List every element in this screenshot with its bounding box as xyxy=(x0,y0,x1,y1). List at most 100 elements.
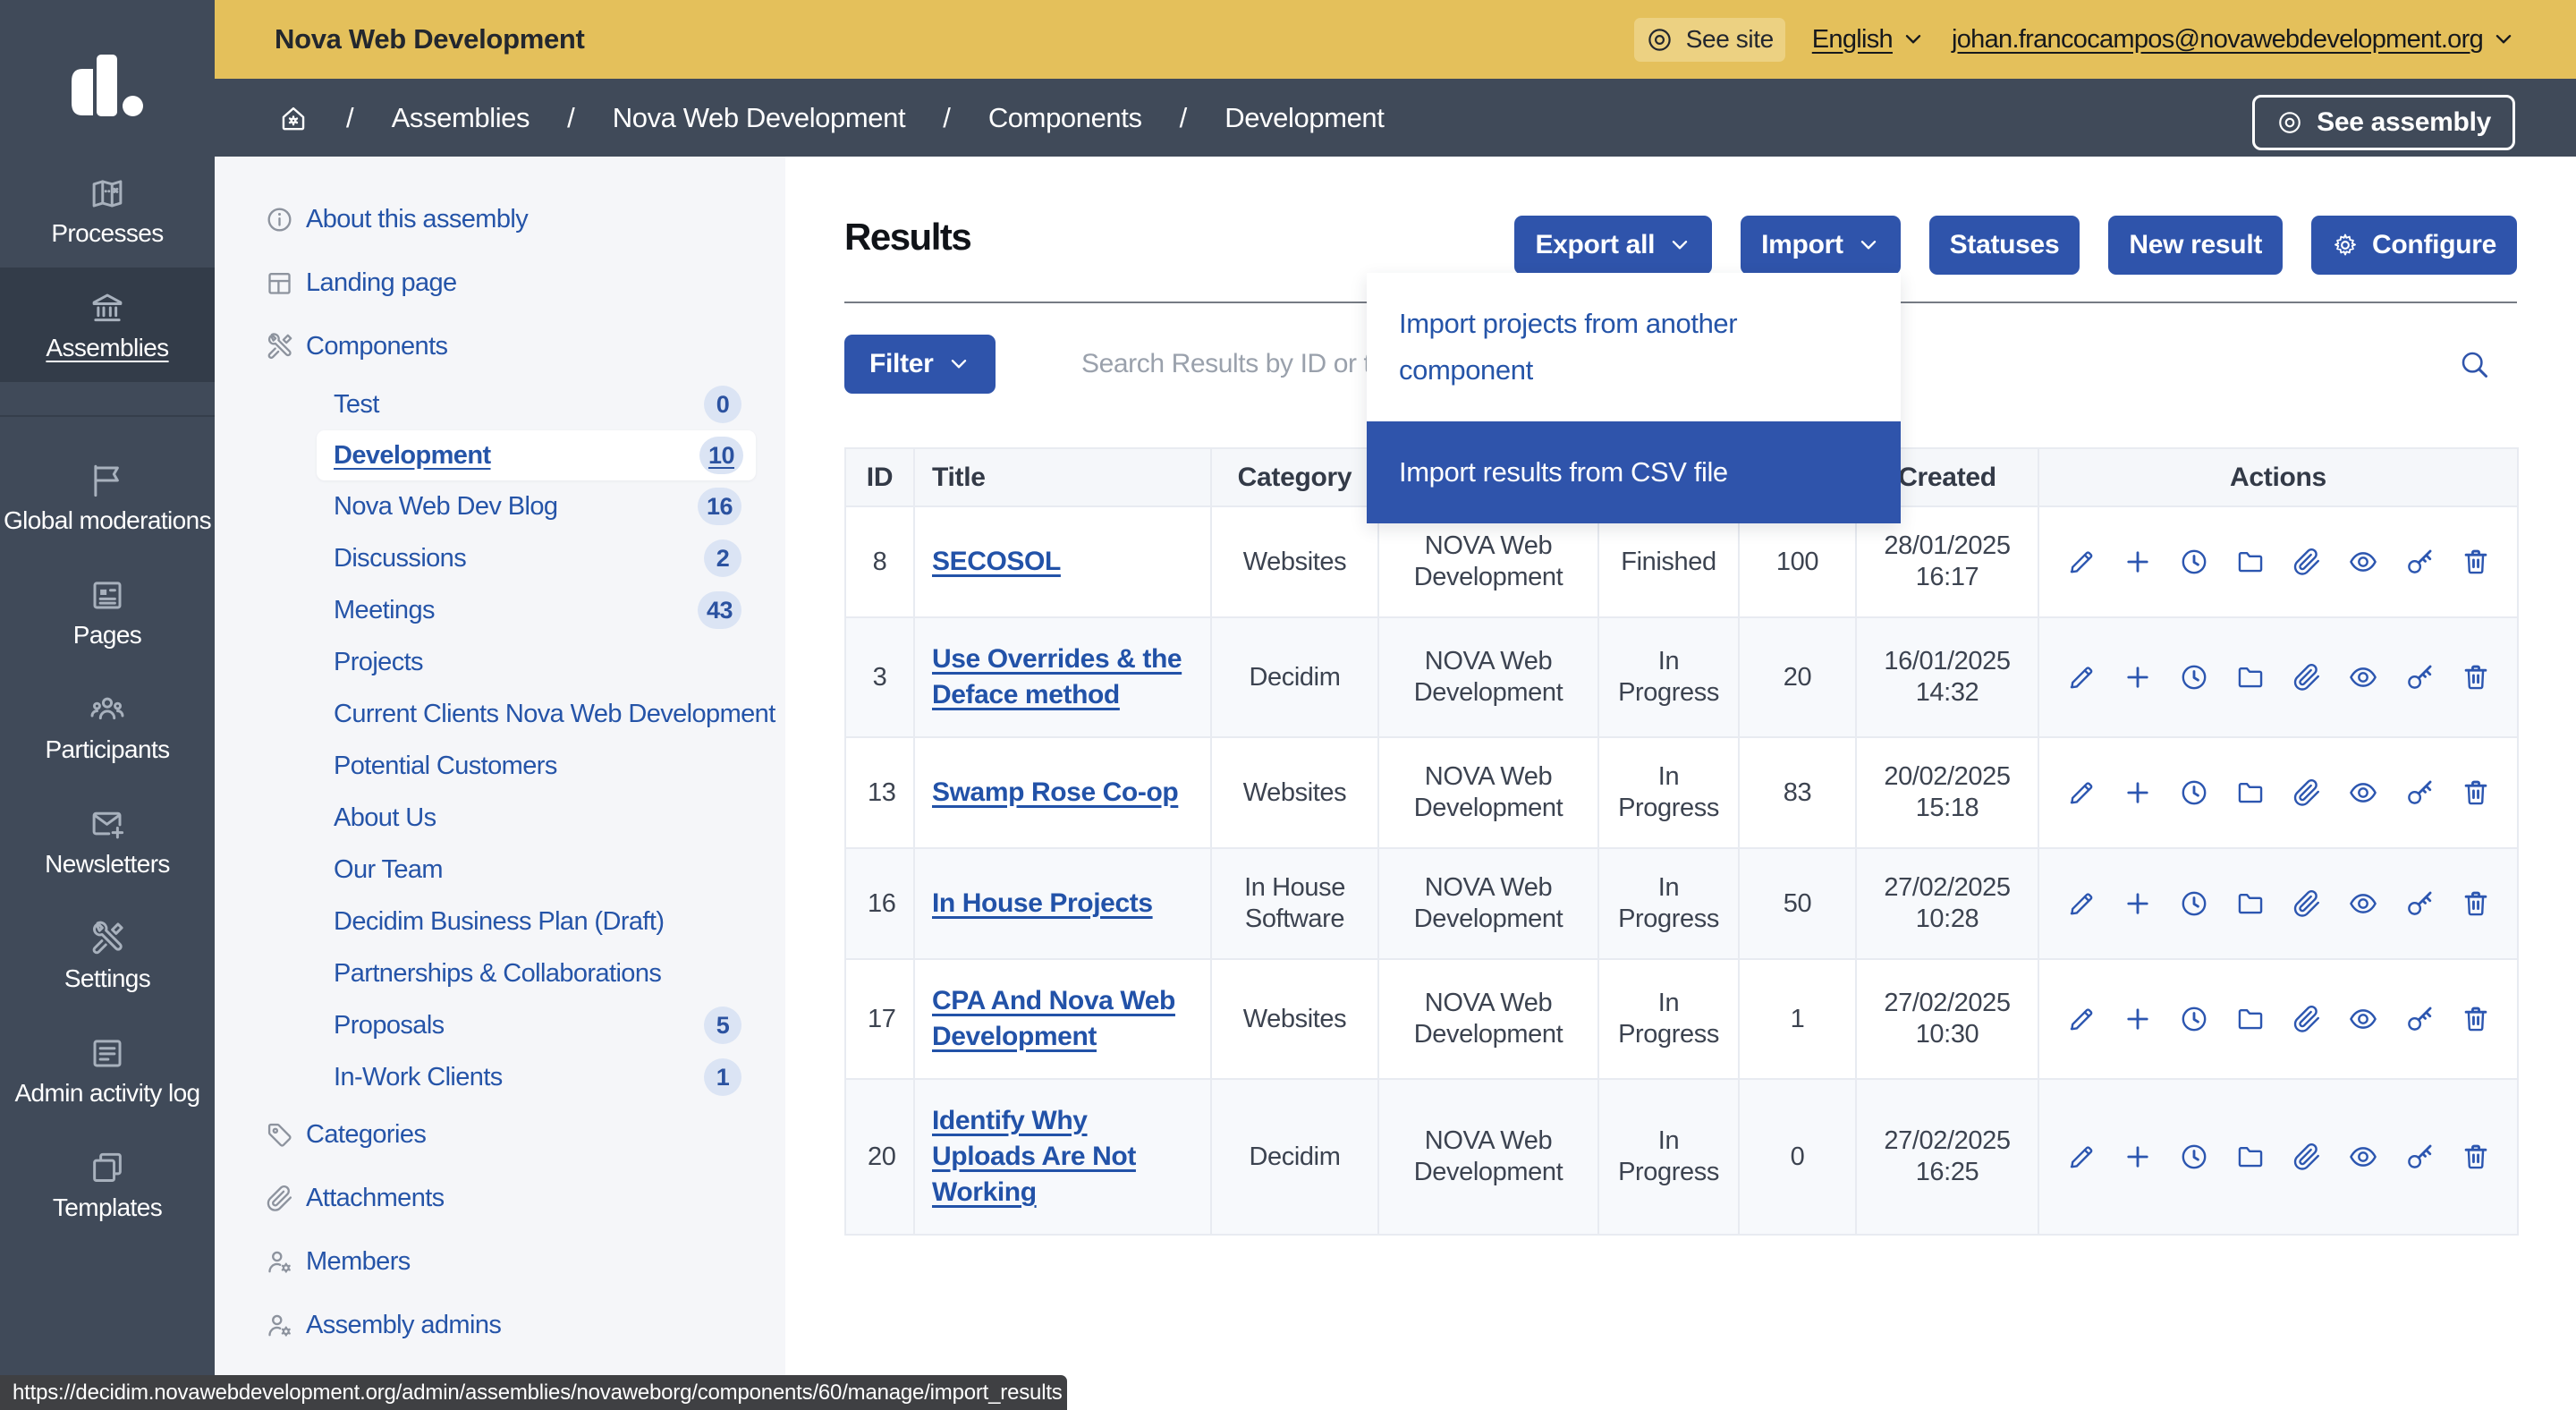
sidebar-item[interactable]: Global moderations xyxy=(0,440,215,555)
import-menu-item[interactable]: Import results from CSV file xyxy=(1367,421,1901,523)
assembly-menu-item[interactable]: Landing page xyxy=(215,251,785,315)
sidebar-item[interactable]: Admin activity log xyxy=(0,1013,215,1127)
pencil-icon[interactable] xyxy=(2066,888,2097,919)
import-menu-item[interactable]: Import projects from another component xyxy=(1367,273,1901,421)
result-title-link[interactable]: Identify Why Uploads Are Not Working xyxy=(932,1106,1136,1207)
assembly-menu-item[interactable]: About this assembly xyxy=(215,188,785,251)
breadcrumb-item[interactable]: Assemblies xyxy=(392,102,530,134)
plus-icon[interactable] xyxy=(2123,662,2153,692)
admin-home-icon[interactable] xyxy=(278,103,309,133)
clock-icon[interactable] xyxy=(2179,888,2209,919)
folder-icon[interactable] xyxy=(2235,1004,2266,1034)
assembly-menu-item[interactable]: Our Team xyxy=(215,844,785,896)
assembly-menu-item[interactable]: Proposals 5 xyxy=(215,999,785,1051)
eye-icon[interactable] xyxy=(2348,1004,2378,1034)
eye-icon[interactable] xyxy=(2348,1142,2378,1172)
assembly-menu-item[interactable]: Attachments xyxy=(215,1167,785,1230)
assembly-menu-item[interactable]: Development 10 xyxy=(317,430,756,480)
paperclip-icon[interactable] xyxy=(2292,1004,2322,1034)
assembly-menu-item[interactable]: Meetings 43 xyxy=(215,584,785,636)
assembly-menu-item[interactable]: Members xyxy=(215,1230,785,1294)
filter-button[interactable]: Filter xyxy=(844,335,996,394)
assembly-menu-item[interactable]: Discussions 2 xyxy=(215,532,785,584)
assembly-menu-item[interactable]: Projects xyxy=(215,636,785,688)
key-icon[interactable] xyxy=(2404,777,2435,808)
folder-icon[interactable] xyxy=(2235,888,2266,919)
result-title-link[interactable]: Swamp Rose Co-op xyxy=(932,777,1178,807)
user-menu[interactable]: johan.francocampos@novawebdevelopment.or… xyxy=(1952,25,2515,55)
clock-icon[interactable] xyxy=(2179,1142,2209,1172)
see-assembly-button[interactable]: See assembly xyxy=(2252,95,2515,150)
toolbar-button[interactable]: New result xyxy=(2108,216,2283,275)
toolbar-button[interactable]: Import xyxy=(1741,216,1901,275)
clock-icon[interactable] xyxy=(2179,1004,2209,1034)
trash-icon[interactable] xyxy=(2461,1004,2491,1034)
pencil-icon[interactable] xyxy=(2066,662,2097,692)
paperclip-icon[interactable] xyxy=(2292,662,2322,692)
plus-icon[interactable] xyxy=(2123,547,2153,577)
table-header-cell[interactable]: Actions xyxy=(2038,448,2518,506)
trash-icon[interactable] xyxy=(2461,1142,2491,1172)
search-icon[interactable] xyxy=(2458,348,2490,380)
assembly-menu-item[interactable]: Assembly admins xyxy=(215,1294,785,1357)
clock-icon[interactable] xyxy=(2179,777,2209,808)
clock-icon[interactable] xyxy=(2179,547,2209,577)
sidebar-item[interactable]: Newsletters xyxy=(0,784,215,898)
key-icon[interactable] xyxy=(2404,888,2435,919)
sidebar-item[interactable]: Pages xyxy=(0,555,215,669)
result-title-link[interactable]: In House Projects xyxy=(932,888,1153,918)
paperclip-icon[interactable] xyxy=(2292,777,2322,808)
folder-icon[interactable] xyxy=(2235,662,2266,692)
assembly-menu-item[interactable]: Potential Customers xyxy=(215,740,785,792)
clock-icon[interactable] xyxy=(2179,662,2209,692)
sidebar-item[interactable]: Participants xyxy=(0,669,215,784)
breadcrumb-item[interactable]: Development xyxy=(1224,102,1384,134)
result-title-link[interactable]: CPA And Nova Web Development xyxy=(932,986,1175,1051)
assembly-menu-item[interactable]: In-Work Clients 1 xyxy=(215,1051,785,1103)
result-title-link[interactable]: Use Overrides & the Deface method xyxy=(932,644,1182,709)
pencil-icon[interactable] xyxy=(2066,1142,2097,1172)
table-header-cell[interactable]: Title xyxy=(914,448,1211,506)
key-icon[interactable] xyxy=(2404,547,2435,577)
toolbar-button[interactable]: Configure xyxy=(2311,216,2517,275)
assembly-menu-item[interactable]: Nova Web Dev Blog 16 xyxy=(215,480,785,532)
assembly-menu-item[interactable]: Current Clients Nova Web Development xyxy=(215,688,785,740)
folder-icon[interactable] xyxy=(2235,777,2266,808)
trash-icon[interactable] xyxy=(2461,888,2491,919)
assembly-menu-item[interactable]: About Us xyxy=(215,792,785,844)
pencil-icon[interactable] xyxy=(2066,777,2097,808)
eye-icon[interactable] xyxy=(2348,547,2378,577)
decidim-logo[interactable] xyxy=(0,9,215,162)
sidebar-item[interactable]: Assemblies xyxy=(0,268,215,382)
assembly-menu-item[interactable]: Components xyxy=(215,315,785,378)
paperclip-icon[interactable] xyxy=(2292,547,2322,577)
result-title-link[interactable]: SECOSOL xyxy=(932,547,1061,576)
folder-icon[interactable] xyxy=(2235,547,2266,577)
assembly-menu-item[interactable]: Partnerships & Collaborations xyxy=(215,947,785,999)
assembly-menu-item[interactable]: Categories xyxy=(215,1103,785,1167)
table-header-cell[interactable]: ID xyxy=(845,448,914,506)
key-icon[interactable] xyxy=(2404,1142,2435,1172)
eye-icon[interactable] xyxy=(2348,662,2378,692)
eye-icon[interactable] xyxy=(2348,777,2378,808)
table-header-cell[interactable]: Category xyxy=(1211,448,1378,506)
plus-icon[interactable] xyxy=(2123,1004,2153,1034)
key-icon[interactable] xyxy=(2404,662,2435,692)
folder-icon[interactable] xyxy=(2235,1142,2266,1172)
sidebar-item[interactable]: Settings xyxy=(0,898,215,1013)
see-site-button[interactable]: See site xyxy=(1634,18,1785,62)
trash-icon[interactable] xyxy=(2461,547,2491,577)
eye-icon[interactable] xyxy=(2348,888,2378,919)
paperclip-icon[interactable] xyxy=(2292,1142,2322,1172)
breadcrumb-item[interactable]: Nova Web Development xyxy=(613,102,905,134)
language-selector[interactable]: English xyxy=(1812,25,1925,55)
pencil-icon[interactable] xyxy=(2066,1004,2097,1034)
trash-icon[interactable] xyxy=(2461,777,2491,808)
breadcrumb-item[interactable]: Components xyxy=(988,102,1142,134)
toolbar-button[interactable]: Statuses xyxy=(1929,216,2080,275)
plus-icon[interactable] xyxy=(2123,1142,2153,1172)
toolbar-button[interactable]: Export all xyxy=(1514,216,1712,275)
sidebar-item[interactable]: Templates xyxy=(0,1127,215,1242)
key-icon[interactable] xyxy=(2404,1004,2435,1034)
plus-icon[interactable] xyxy=(2123,777,2153,808)
